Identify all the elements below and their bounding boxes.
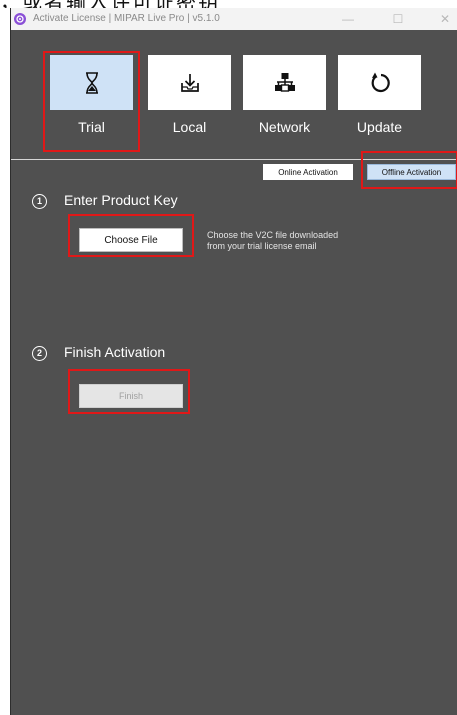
update-mode-button[interactable]: Update <box>338 55 421 157</box>
hint-line-1: Choose the V2C file downloaded <box>207 230 339 240</box>
network-icon-box[interactable] <box>243 55 326 110</box>
refresh-icon <box>371 72 390 92</box>
license-mode-selector: Trial Local Network Update <box>11 30 457 158</box>
step-2-title: Finish Activation <box>64 344 166 360</box>
trial-icon-box[interactable] <box>50 55 133 110</box>
offline-activation-tab[interactable]: Offline Activation <box>367 164 456 180</box>
app-logo-icon <box>14 13 26 25</box>
trial-mode-button[interactable]: Trial <box>50 55 133 157</box>
network-icon <box>274 72 295 92</box>
step-1-title: Enter Product Key <box>64 192 178 208</box>
hourglass-icon <box>85 71 98 94</box>
update-mode-label: Update <box>356 119 403 135</box>
local-icon-box[interactable] <box>148 55 231 110</box>
close-button[interactable]: ✕ <box>435 11 455 27</box>
choose-file-button[interactable]: Choose File <box>79 228 183 252</box>
title-bar: Activate License | MIPAR Live Pro | v5.1… <box>11 8 457 30</box>
local-mode-label: Local <box>172 119 207 135</box>
window-title: Activate License | MIPAR Live Pro | v5.1… <box>33 13 220 24</box>
step-2-badge: 2 <box>32 346 47 361</box>
finish-button[interactable]: Finish <box>79 384 183 408</box>
step-1-badge: 1 <box>32 194 47 209</box>
section-divider <box>11 159 457 160</box>
trial-mode-label: Trial <box>78 119 105 135</box>
choose-file-hint: Choose the V2C file downloaded from your… <box>207 230 338 252</box>
activate-license-window: Activate License | MIPAR Live Pro | v5.1… <box>10 8 457 715</box>
background-chinese-text: ，或者输入许可证密钥 <box>0 0 457 8</box>
hint-line-2: from your trial license email <box>207 241 317 251</box>
local-mode-button[interactable]: Local <box>148 55 231 157</box>
update-icon-box[interactable] <box>338 55 421 110</box>
download-tray-icon <box>180 73 199 92</box>
minimize-button[interactable]: — <box>338 11 358 27</box>
network-mode-button[interactable]: Network <box>243 55 326 157</box>
maximize-button[interactable]: ☐ <box>388 11 408 27</box>
network-mode-label: Network <box>258 119 311 135</box>
online-activation-tab[interactable]: Online Activation <box>263 164 353 180</box>
